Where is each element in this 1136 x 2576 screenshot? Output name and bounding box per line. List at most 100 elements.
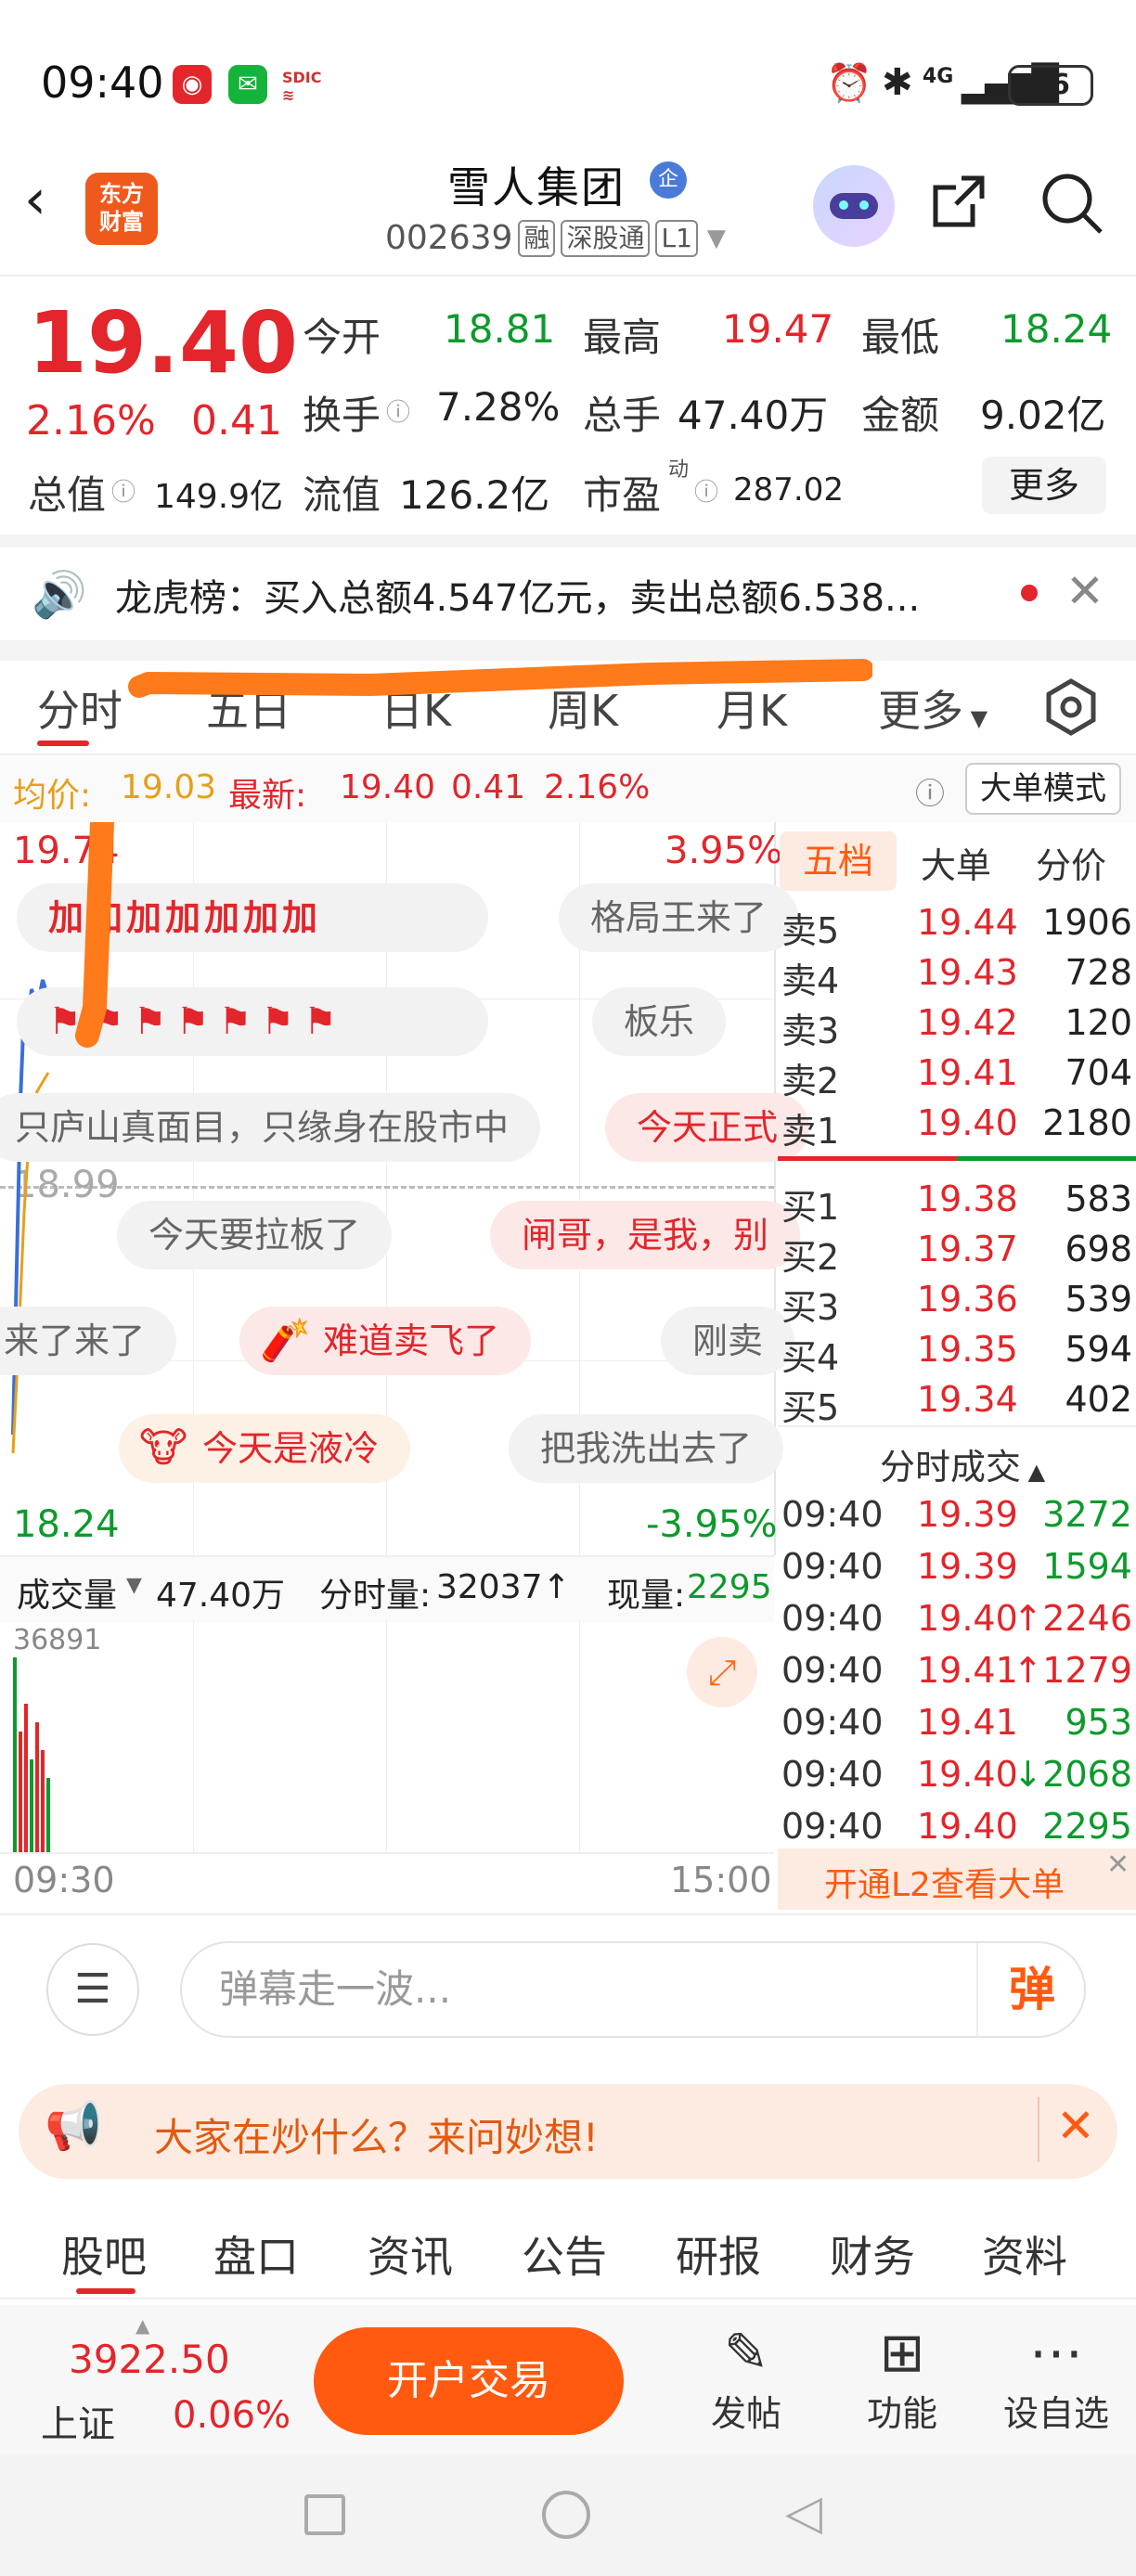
stock-code-row[interactable]: 002639 融 深股通 L1 ▼: [385, 219, 726, 257]
time-start: 09:30: [13, 1860, 115, 1900]
change-percent: 2.16%: [26, 397, 156, 444]
tick-row-volume: ↑1279: [1013, 1650, 1132, 1691]
tick-row-price: 19.40: [917, 1754, 1018, 1795]
tab-research[interactable]: 研报: [676, 2223, 761, 2285]
danmu-settings-icon[interactable]: ☰: [46, 1943, 139, 2036]
more-button[interactable]: 更多: [982, 457, 1106, 514]
intraday-chart[interactable]: 19.74 3.95% 18.99 18.24 -3.95% 加加加加加加加 格…: [0, 822, 810, 1555]
post-label: 发帖: [710, 2393, 781, 2434]
big-order-mode-button[interactable]: 大单模式: [965, 763, 1121, 815]
tick-row[interactable]: 09:40 19.40 2295: [778, 1802, 1136, 1850]
tick-row[interactable]: 09:40 19.41 953: [778, 1698, 1136, 1746]
index-name: 上证: [41, 2403, 115, 2446]
ask-banner[interactable]: 📢 大家在炒什么？来问妙想! ✕: [19, 2084, 1117, 2179]
ticks-title[interactable]: 分时成交 ▲: [880, 1438, 1045, 1489]
tick-row-volume: 953: [1065, 1702, 1132, 1743]
tab-big-orders[interactable]: 大单: [921, 837, 991, 888]
close-icon[interactable]: ✕: [1106, 1848, 1130, 1881]
tick-row-label: 09:40: [781, 1754, 884, 1795]
order-book: 五档 大单 分价 分时成交 ▲ 开通L2查看大单 ✕ 卖5 19.44 1906 卖4…: [778, 822, 1136, 1910]
tab-five-levels[interactable]: 五档: [780, 831, 897, 891]
ask-row[interactable]: 卖3 19.42 120: [778, 998, 1136, 1051]
eastmoney-logo: 东方 财富: [85, 173, 158, 245]
post-button[interactable]: ✎ 发帖: [691, 2320, 802, 2436]
tick-row-volume: 1594: [1042, 1546, 1132, 1587]
stock-code: 002639: [385, 219, 513, 257]
help-icon[interactable]: ⓘ: [915, 770, 945, 813]
back-icon[interactable]: ‹: [24, 167, 46, 232]
divider: [0, 1913, 1136, 1915]
tick-row-price: 19.41: [917, 1650, 1018, 1691]
open-account-trade-button[interactable]: 开户交易: [314, 2327, 624, 2435]
volume-label[interactable]: 成交量: [17, 1568, 117, 1616]
tab-more-label: 更多: [878, 686, 963, 736]
expand-icon[interactable]: ⤢: [687, 1637, 757, 1707]
ask-row-volume: 1906: [1042, 902, 1132, 943]
info-icon[interactable]: ⓘ: [386, 393, 410, 428]
ask-divider: [778, 1156, 957, 1161]
bid-row[interactable]: 买5 19.34 402: [778, 1375, 1136, 1428]
info-icon[interactable]: ⓘ: [694, 473, 718, 508]
tick-row[interactable]: 09:40 19.39 1594: [778, 1542, 1136, 1591]
tick-row[interactable]: 09:40 19.41 ↑1279: [778, 1646, 1136, 1694]
ask-row[interactable]: 卖4 19.43 728: [778, 948, 1136, 1001]
bid-row-volume: 698: [1065, 1229, 1132, 1269]
open-label: 今开: [303, 315, 381, 360]
tab-news[interactable]: 资讯: [368, 2223, 453, 2285]
ask-row[interactable]: 卖2 19.41 704: [778, 1049, 1136, 1101]
ask-row-price: 19.43: [917, 952, 1018, 993]
tick-row-price: 19.41: [917, 1702, 1018, 1743]
ask-row-price: 19.42: [917, 1002, 1018, 1043]
ask-row[interactable]: 卖5 19.44 1906: [778, 898, 1136, 951]
bid-row[interactable]: 买4 19.35 594: [778, 1325, 1136, 1378]
ask-row-label: 卖4: [781, 960, 840, 1001]
tab-finance[interactable]: 财务: [830, 2223, 915, 2285]
active-tab-indicator: [76, 2288, 136, 2294]
share-icon[interactable]: [930, 173, 988, 230]
back-nav-icon[interactable]: ◁: [785, 2485, 822, 2541]
gear-icon[interactable]: [1041, 677, 1101, 737]
tick-row-label: 09:40: [781, 1650, 884, 1691]
bid-row[interactable]: 买3 19.36 539: [778, 1275, 1136, 1328]
bid-divider: [957, 1156, 1136, 1161]
functions-button[interactable]: ⊞ 功能: [846, 2320, 958, 2436]
index-value[interactable]: 3922.50: [69, 2337, 230, 2382]
tick-row-price: 19.39: [917, 1494, 1018, 1535]
ask-row[interactable]: 卖1 19.40 2180: [778, 1099, 1136, 1152]
send-danmu-button[interactable]: 弹: [976, 1943, 1086, 2036]
status-bar: 09:40 ◉ ✉ SDIC ≋ ⏰ ✱ 4G ▂▄▆█ 86: [0, 0, 1136, 158]
tick-row[interactable]: 09:40 19.40 ↓2068: [778, 1750, 1136, 1798]
wechat-icon: ✉: [228, 65, 267, 104]
tick-row[interactable]: 09:40 19.39 3272: [778, 1490, 1136, 1539]
add-watchlist-button[interactable]: ⋯ 设自选: [1000, 2320, 1112, 2436]
tab-announcements[interactable]: 公告: [522, 2223, 607, 2285]
ask-row-volume: 704: [1065, 1052, 1132, 1093]
ask-row-price: 19.41: [917, 1052, 1018, 1093]
tab-more[interactable]: 更多 ▼: [878, 677, 988, 739]
float-value: 126.2亿: [399, 472, 550, 518]
tab-price-distribution[interactable]: 分价: [1036, 837, 1106, 888]
high-value: 19.47: [722, 306, 834, 352]
bid-row[interactable]: 买2 19.37 698: [778, 1225, 1136, 1278]
ask-row-label: 卖3: [781, 1011, 840, 1051]
danmu-input[interactable]: 弹幕走一波...: [180, 1941, 1086, 2038]
info-icon[interactable]: ⓘ: [111, 473, 136, 508]
ai-assistant-icon[interactable]: [813, 165, 895, 247]
dragon-tiger-notice[interactable]: 🔊 龙虎榜：买入总额4.547亿元，卖出总额6.538... ✕: [0, 547, 1136, 640]
caret-down-icon: ▼: [126, 1574, 142, 1597]
bid-row-label: 买4: [781, 1337, 840, 1378]
tab-profile[interactable]: 资料: [982, 2223, 1067, 2285]
tab-pankou[interactable]: 盘口: [213, 2223, 299, 2285]
close-icon[interactable]: ✕: [1065, 564, 1104, 618]
tab-guba[interactable]: 股吧: [61, 2223, 147, 2285]
close-icon[interactable]: ✕: [1056, 2099, 1095, 2153]
high-label: 最高: [583, 315, 662, 360]
recents-icon[interactable]: [304, 2494, 345, 2535]
caret-up-icon: ▲: [136, 2314, 150, 2337]
tag-level: L1: [655, 219, 698, 257]
l2-banner[interactable]: 开通L2查看大单 ✕: [778, 1848, 1136, 1910]
home-icon[interactable]: [542, 2491, 590, 2539]
bid-row[interactable]: 买1 19.38 583: [778, 1175, 1136, 1228]
tick-row[interactable]: 09:40 19.40 ↑2246: [778, 1594, 1136, 1642]
search-icon[interactable]: [1039, 171, 1104, 236]
